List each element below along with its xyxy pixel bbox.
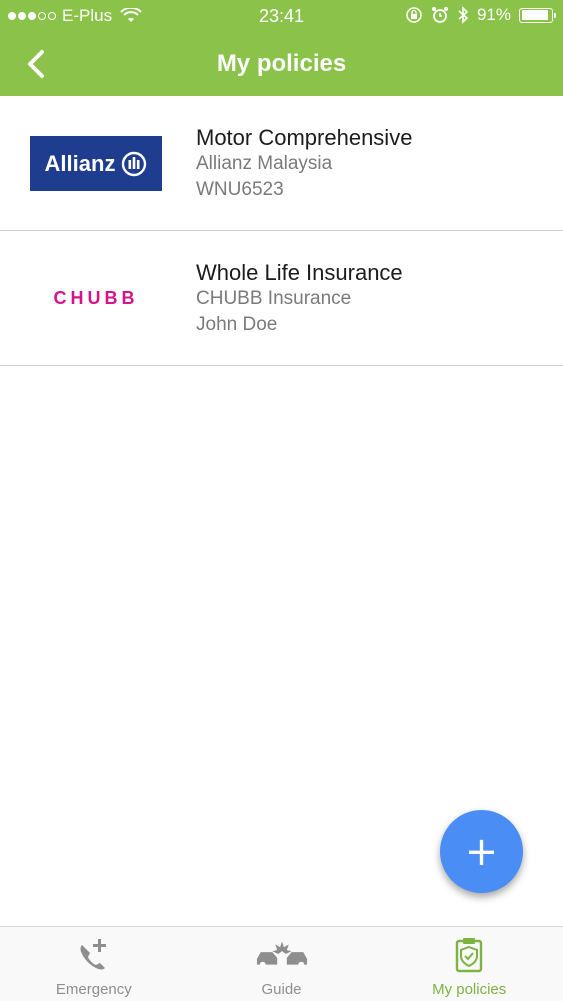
battery-fill — [521, 10, 548, 20]
phone-plus-icon — [80, 939, 106, 970]
allianz-logo-text: Allianz — [44, 150, 116, 176]
bluetooth-icon — [458, 6, 469, 24]
clipboard-shield-icon — [455, 938, 483, 973]
policy-name: Motor Comprehensive — [196, 125, 413, 150]
car-crash-icon — [256, 941, 307, 968]
tab-label: Guide — [261, 981, 302, 998]
tab-my-policies[interactable]: My policies — [375, 927, 563, 1001]
policy-row[interactable]: Allianz Motor Comprehensive Allianz Mala… — [0, 96, 563, 231]
navigation-bar: My policies — [0, 32, 563, 96]
chubb-logo-text: CHUBB — [53, 288, 139, 308]
allianz-emblem-icon — [122, 151, 147, 176]
policy-company: Allianz Malaysia — [196, 153, 333, 174]
tab-emergency[interactable]: Emergency — [0, 927, 188, 1001]
tab-bar: Emergency Guide My policies — [0, 926, 563, 1001]
chubb-logo: CHUBB — [30, 271, 162, 326]
tab-label: Emergency — [55, 981, 132, 998]
policy-text: Motor Comprehensive Allianz Malaysia WNU… — [196, 124, 412, 203]
policy-detail: John Doe — [196, 314, 278, 335]
policy-company: CHUBB Insurance — [196, 288, 352, 309]
policy-text: Whole Life Insurance CHUBB Insurance Joh… — [196, 259, 403, 338]
page-title: My policies — [216, 50, 347, 77]
tab-label: My policies — [432, 981, 507, 998]
rotation-lock-icon — [406, 7, 422, 23]
policy-name: Whole Life Insurance — [196, 260, 403, 285]
policy-row[interactable]: CHUBB Whole Life Insurance CHUBB Insuran… — [0, 231, 563, 366]
tab-guide[interactable]: Guide — [188, 927, 376, 1001]
allianz-logo: Allianz — [30, 136, 162, 191]
policy-list: Allianz Motor Comprehensive Allianz Mala… — [0, 96, 563, 366]
status-bar: E-Plus 23:41 91% — [0, 0, 563, 32]
status-right: 91% — [405, 5, 556, 25]
plus-icon: + — [464, 828, 499, 875]
battery-percent: 91% — [476, 5, 511, 24]
policy-detail: WNU6523 — [196, 179, 284, 200]
add-policy-button[interactable]: + — [440, 810, 523, 893]
battery-icon — [519, 7, 556, 23]
alarm-icon — [431, 7, 448, 23]
